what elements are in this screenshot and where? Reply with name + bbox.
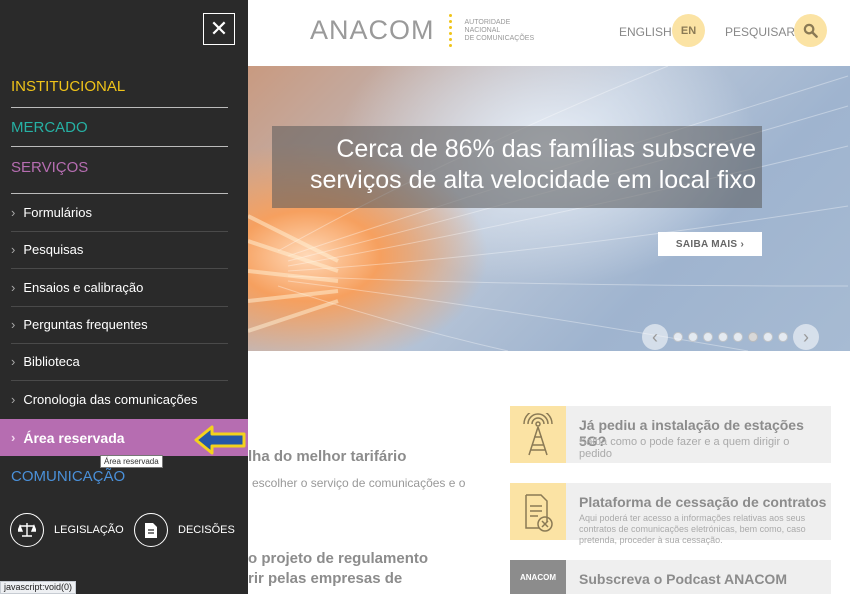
carousel-dot[interactable] [673,332,683,342]
tarifario-text: escolher o serviço de comunicações e o [252,476,466,490]
menu-category-mercado[interactable]: MERCADO [11,119,88,136]
card-subtitle: Saiba como o pode fazer e a quem dirigir… [579,436,790,460]
decisoes-button[interactable]: DECISÕES [134,513,235,547]
chevron-right-icon: › [11,205,16,220]
menu-category-institucional[interactable]: INSTITUCIONAL [11,78,125,95]
menu-item-pesquisas[interactable]: › Pesquisas [0,231,248,268]
card-5g[interactable]: Já pediu a instalação de estações 5G? Sa… [510,406,831,463]
menu-item-label: Formulários [23,205,92,220]
logo-subtitle: AUTORIDADE NACIONAL DE COMUNICAÇÕES [465,19,535,43]
carousel-prev-icon[interactable]: ‹ [642,324,668,350]
browser-status-bar: javascript:void(0) [0,581,77,594]
anacom-logo[interactable]: ANACOM AUTORIDADE NACIONAL DE COMUNICAÇÕ… [310,14,534,47]
hero-title-line: Cerca de 86% das famílias subscreve [336,135,756,163]
regulamento-heading[interactable]: o projeto de regulamento [248,550,428,567]
document-cancel-icon [510,483,566,540]
menu-item-label: Biblioteca [23,354,80,369]
carousel-dot[interactable] [733,332,743,342]
menu-item-label: Ensaios e calibração [23,280,144,295]
logo-sub-line: AUTORIDADE [464,18,511,26]
carousel-dot[interactable] [718,332,728,342]
hero-carousel: Cerca de 86% das famílias subscreve serv… [248,66,850,351]
carousel-dot[interactable] [778,332,788,342]
legislacao-button[interactable]: LEGISLAÇÃO [10,513,124,547]
tooltip: Área reservada [100,455,163,468]
english-link[interactable]: ENGLISH [619,25,672,39]
carousel-dot[interactable] [763,332,773,342]
en-language-button[interactable]: EN [672,14,705,47]
card-subtitle: Aqui poderá ter acesso a informações rel… [579,513,806,545]
podcast-badge: ANACOM [520,573,556,582]
legislacao-label: LEGISLAÇÃO [54,524,124,536]
logo-sub-line: DE COMUNICAÇÕES [464,34,535,42]
chevron-right-icon: › [11,354,16,369]
side-menu: ✕ INSTITUCIONAL MERCADO SERVIÇOS › Formul… [0,0,248,594]
menu-item-label: Área reservada [23,429,125,446]
hero-headline-box: Cerca de 86% das famílias subscreve serv… [272,126,762,208]
divider [11,146,228,147]
card-cessacao[interactable]: Plataforma de cessação de contratos Aqui… [510,483,831,545]
decisoes-label: DECISÕES [178,524,235,536]
search-link[interactable]: PESQUISAR [725,25,795,39]
menu-item-label: Cronologia das comunicações [23,392,198,407]
saiba-mais-button[interactable]: SAIBA MAIS › [658,232,762,256]
search-button[interactable] [794,14,827,47]
menu-category-comunicacao[interactable]: COMUNICAÇÃO [11,468,125,485]
chevron-right-icon: › [11,430,16,445]
close-icon: ✕ [209,16,229,41]
document-icon [134,513,168,547]
logo-wordmark: ANACOM [310,15,435,45]
scales-icon [10,513,44,547]
antenna-icon [510,406,566,463]
carousel-next-icon[interactable]: › [793,324,819,350]
menu-item-perguntas[interactable]: › Perguntas frequentes [0,306,248,343]
chevron-right-icon: › [11,280,16,295]
card-podcast[interactable]: ANACOM Subscreva o Podcast ANACOM [510,560,831,594]
pointer-arrow-icon [194,425,246,455]
site-header: ANACOM AUTORIDADE NACIONAL DE COMUNICAÇÕ… [248,0,850,66]
menu-item-label: Pesquisas [23,242,84,257]
chevron-right-icon: › [11,392,16,407]
menu-item-ensaios[interactable]: › Ensaios e calibração [0,269,248,306]
regulamento-heading[interactable]: rir pelas empresas de [248,570,402,587]
menu-item-label: Perguntas frequentes [23,317,148,332]
card-title: Plataforma de cessação de contratos [579,494,827,510]
carousel-dot[interactable] [703,332,713,342]
chevron-right-icon: › [11,242,16,257]
chevron-right-icon: › [11,317,16,332]
menu-item-formularios[interactable]: › Formulários [0,194,248,231]
divider [11,107,228,108]
podcast-icon: ANACOM [510,560,566,594]
card-title: Subscreva o Podcast ANACOM [579,571,787,587]
search-icon [803,23,818,38]
page: ANACOM AUTORIDADE NACIONAL DE COMUNICAÇÕ… [0,0,850,594]
menu-item-cronologia[interactable]: › Cronologia das comunicações [0,381,248,418]
carousel-pager: ‹ › [642,324,819,350]
close-menu-button[interactable]: ✕ [203,13,235,45]
hero-title-line: serviços de alta velocidade em local fix… [309,166,756,194]
tarifario-heading[interactable]: lha do melhor tarifário [248,448,406,465]
logo-dots [448,14,457,47]
logo-sub-line: NACIONAL [464,26,501,34]
fiber-optics-image [248,66,849,351]
menu-item-biblioteca[interactable]: › Biblioteca [0,343,248,380]
menu-category-servicos[interactable]: SERVIÇOS [11,159,88,176]
carousel-dot[interactable] [688,332,698,342]
carousel-dot-active[interactable] [748,332,758,342]
